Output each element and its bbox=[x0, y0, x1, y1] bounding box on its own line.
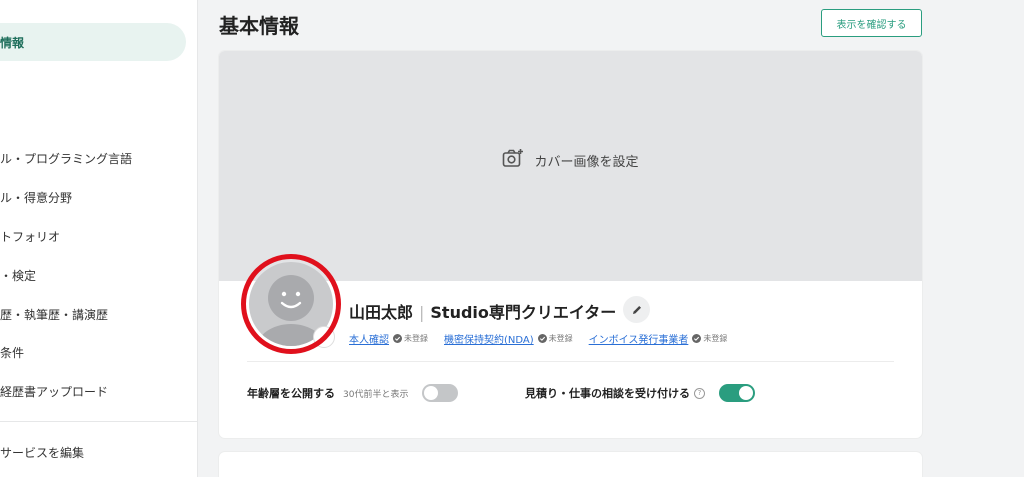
sidebar-item-label: トフォリオ bbox=[0, 229, 61, 244]
next-card bbox=[219, 452, 922, 477]
toggle-knob bbox=[424, 386, 439, 400]
age-visibility-sub: 30代前半と表示 bbox=[343, 389, 409, 400]
sidebar-item-skills-languages[interactable]: ル・プログラミング言語 bbox=[0, 139, 132, 177]
sidebar-item-label: ル・プログラミング言語 bbox=[0, 151, 133, 166]
nda: 機密保持契約(NDA) 未登録 bbox=[444, 331, 573, 346]
check-circle-icon bbox=[537, 334, 547, 343]
sidebar-item-edit-services[interactable]: サービスを編集 bbox=[0, 433, 84, 471]
divider bbox=[247, 361, 894, 362]
sidebar-item-label: ル・得意分野 bbox=[0, 190, 73, 205]
consultation-setting: 見積り・仕事の相談を受け付ける ? bbox=[525, 384, 755, 402]
profile-name-line: 山田太郎 | Studio専門クリエイター bbox=[349, 299, 616, 323]
age-visibility-label: 年齢層を公開する bbox=[247, 387, 335, 400]
sidebar-item-conditions[interactable]: 条件 bbox=[0, 333, 24, 371]
sidebar-item-portfolio[interactable]: トフォリオ bbox=[0, 217, 60, 255]
toggle-knob bbox=[739, 386, 753, 400]
highlight-circle bbox=[241, 254, 341, 354]
sidebar-item-label: 条件 bbox=[0, 345, 25, 360]
status-badge: 未登録 bbox=[692, 333, 727, 344]
edit-name-button[interactable] bbox=[623, 296, 650, 323]
sidebar-item-label: 歴・執筆歴・講演歴 bbox=[0, 307, 109, 322]
age-visibility-toggle[interactable] bbox=[422, 384, 459, 402]
cover-set-label: カバー画像を設定 bbox=[534, 154, 639, 170]
status-badge: 未登録 bbox=[537, 333, 573, 344]
confirm-display-button[interactable]: 表示を確認する bbox=[821, 9, 922, 37]
avatar-container[interactable] bbox=[241, 254, 341, 354]
sidebar-item-history[interactable]: 歴・執筆歴・講演歴 bbox=[0, 295, 108, 333]
check-circle-icon bbox=[692, 334, 702, 343]
sidebar-divider bbox=[0, 421, 198, 422]
camera-plus-icon bbox=[502, 148, 524, 172]
sidebar-item-label: ・検定 bbox=[0, 268, 37, 283]
name-separator: | bbox=[419, 303, 425, 322]
verification-links: 本人確認 未登録 機密保持契約(NDA) 未登録 インボイス発行事業者 未登録 bbox=[349, 331, 727, 346]
help-icon[interactable]: ? bbox=[694, 387, 705, 399]
identity-verification: 本人確認 未登録 bbox=[349, 331, 428, 346]
basic-info-card: カバー画像を設定 山田太郎 | Studio専門クリエイター 本人確認 未登録 … bbox=[219, 51, 922, 438]
pencil-icon bbox=[632, 305, 641, 314]
sidebar-item-label: 経歴書アップロード bbox=[0, 384, 109, 399]
identity-verification-link[interactable]: 本人確認 bbox=[349, 331, 389, 346]
consultation-label: 見積り・仕事の相談を受け付ける bbox=[525, 387, 690, 400]
sidebar-item-label: 情報 bbox=[0, 35, 25, 50]
age-visibility-setting: 年齢層を公開する 30代前半と表示 bbox=[247, 384, 459, 402]
sidebar: 情報 ル・プログラミング言語 ル・得意分野 トフォリオ ・検定 歴・執筆歴・講演… bbox=[0, 0, 198, 477]
cover-image-area[interactable]: カバー画像を設定 bbox=[219, 51, 922, 281]
nda-link[interactable]: 機密保持契約(NDA) bbox=[444, 331, 534, 346]
status-badge: 未登録 bbox=[393, 333, 428, 344]
invoice-issuer-link[interactable]: インボイス発行事業者 bbox=[589, 331, 689, 346]
sidebar-item-certifications[interactable]: ・検定 bbox=[0, 256, 36, 294]
page-title: 基本情報 bbox=[219, 14, 299, 38]
sidebar-item-basic-info[interactable]: 情報 bbox=[0, 23, 186, 61]
sidebar-item-resume-upload[interactable]: 経歴書アップロード bbox=[0, 372, 108, 410]
sidebar-item-label: サービスを編集 bbox=[0, 445, 85, 460]
invoice-issuer: インボイス発行事業者 未登録 bbox=[589, 331, 727, 346]
profile-tagline: Studio専門クリエイター bbox=[430, 303, 617, 322]
sidebar-item-skills-fields[interactable]: ル・得意分野 bbox=[0, 178, 72, 216]
consultation-toggle[interactable] bbox=[719, 384, 755, 402]
check-circle-icon bbox=[393, 334, 402, 343]
profile-name: 山田太郎 bbox=[349, 303, 414, 322]
cover-set-button[interactable]: カバー画像を設定 bbox=[502, 148, 639, 172]
